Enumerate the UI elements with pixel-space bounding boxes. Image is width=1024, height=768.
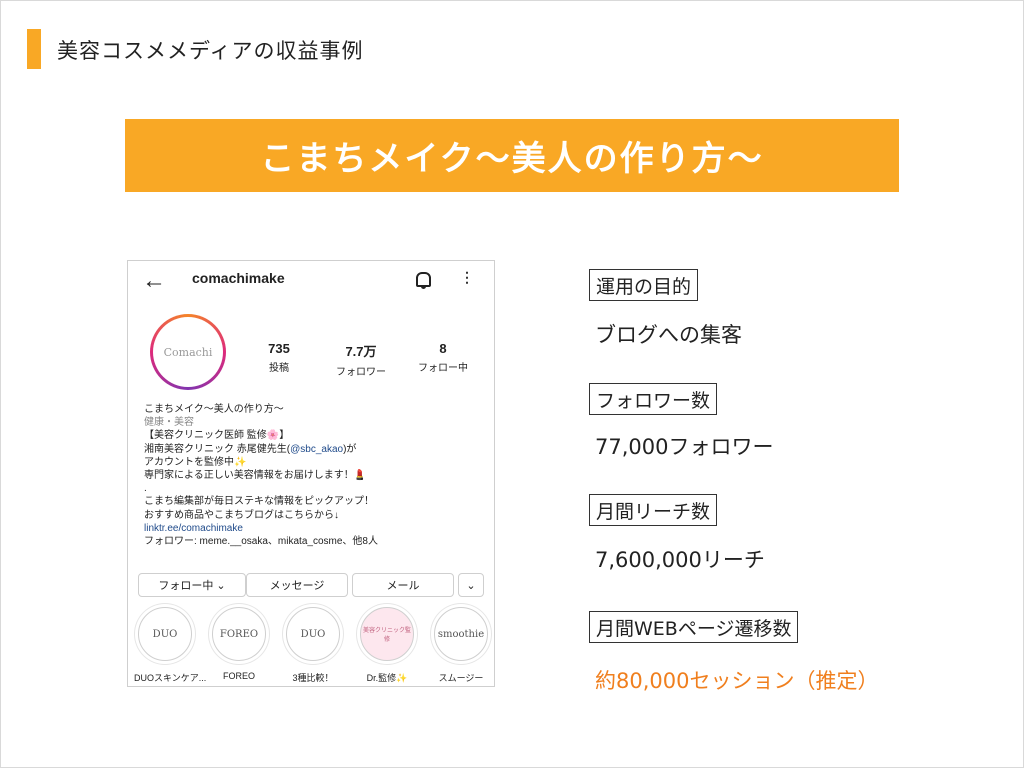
avatar-text: Comachi [153, 317, 223, 387]
purpose-label: 運用の目的 [589, 269, 699, 301]
stat-followers[interactable]: 7.7万 フォロワー [326, 341, 396, 378]
bio-line: こまち編集部が毎日ステキな情報をピックアップ！ [144, 496, 374, 508]
profile-username: comachimake [192, 270, 285, 286]
story-highlight[interactable]: smoothie スムージー [430, 607, 492, 684]
followers-label: フォロワー数 [589, 383, 718, 415]
banner-title: こまちメイク〜美人の作り方〜 [125, 119, 899, 192]
story-highlight[interactable]: FOREO FOREO [208, 607, 270, 681]
highlight-label: FOREO [222, 671, 255, 681]
bio-text: )が [343, 443, 357, 455]
highlight-cover: smoothie [434, 607, 488, 661]
story-highlight[interactable]: DUO 3種比較！ [282, 607, 344, 684]
highlight-label: 3種比較！ [292, 673, 334, 683]
bio-line: 【美容クリニック医師 監修🌸】 [144, 430, 290, 442]
following-button[interactable]: フォロー中 ⌄ [138, 573, 246, 597]
stat-following-number: 8 [439, 341, 447, 356]
instagram-profile-screenshot: ← comachimake ⋮ Comachi 735 投稿 7.7万 フォロワ… [127, 260, 495, 687]
bio-link[interactable]: linktr.ee/comachimake [144, 522, 484, 535]
bio-name: こまちメイク〜美人の作り方〜 [144, 404, 284, 415]
purpose-value: ブログへの集客 [595, 323, 742, 347]
avatar[interactable]: Comachi [150, 314, 226, 390]
stat-followers-label: フォロワー [336, 367, 386, 378]
stat-following[interactable]: 8 フォロー中 [408, 341, 478, 374]
title-accent-bar [27, 29, 41, 69]
highlight-cover: DUO [286, 607, 340, 661]
stat-posts-label: 投稿 [269, 363, 289, 374]
more-options-icon[interactable]: ⋮ [460, 269, 474, 286]
slide-title: 美容コスメメディアの収益事例 [57, 39, 364, 63]
highlight-cover: FOREO [212, 607, 266, 661]
email-button[interactable]: メール [352, 573, 454, 597]
profile-bio: こまちメイク〜美人の作り方〜 健康・美容 【美容クリニック医師 監修🌸】 湘南美… [144, 403, 484, 548]
highlight-cover: 美容クリニック監修 [360, 607, 414, 661]
slide: 美容コスメメディアの収益事例 こまちメイク〜美人の作り方〜 ← comachim… [0, 0, 1024, 768]
reach-label: 月間リーチ数 [589, 494, 718, 526]
bio-category: 健康・美容 [144, 417, 194, 429]
expand-button[interactable]: ⌄ [458, 573, 484, 597]
web-transitions-label: 月間WEBページ遷移数 [589, 611, 799, 643]
bio-text: 湘南美容クリニック 赤尾健先生( [144, 443, 291, 455]
highlight-cover: DUO [138, 607, 192, 661]
stat-followers-number: 7.7万 [345, 344, 377, 359]
highlight-label: Dr.監修✨ [366, 673, 408, 683]
message-button[interactable]: メッセージ [246, 573, 348, 597]
bell-icon[interactable] [416, 272, 431, 289]
followers-value: 77,000フォロワー [595, 435, 774, 459]
back-arrow-icon[interactable]: ← [142, 267, 166, 295]
bio-line: 湘南美容クリニック 赤尾健先生(@sbc_akao)が [144, 443, 484, 456]
highlight-label: DUOスキンケア... [134, 673, 207, 683]
bio-line: アカウントを監修中✨ [144, 456, 247, 468]
highlight-label: スムージー [438, 673, 484, 683]
reach-value: 7,600,000リーチ [595, 548, 765, 572]
stat-following-label: フォロー中 [418, 363, 468, 374]
followed-by[interactable]: フォロワー: meme.__osaka、mikata_cosme、他8人 [144, 535, 484, 548]
web-transitions-value: 約80,000セッション（推定） [595, 669, 879, 693]
mention-link[interactable]: @sbc_akao [290, 444, 343, 455]
bio-line: . [144, 483, 147, 495]
story-highlight[interactable]: 美容クリニック監修 Dr.監修✨ [356, 607, 418, 684]
stat-posts[interactable]: 735 投稿 [244, 341, 314, 374]
story-highlight[interactable]: DUO DUOスキンケア... [134, 607, 207, 684]
stat-posts-number: 735 [268, 341, 290, 356]
bio-line: おすすめ商品やこまちブログはこちらから↓ [144, 509, 339, 521]
bio-line: 専門家による正しい美容情報をお届けします！💄 [144, 470, 367, 482]
